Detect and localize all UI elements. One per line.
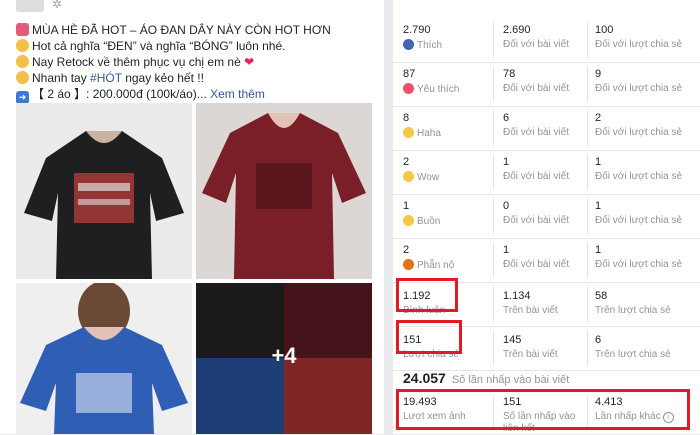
post-line: ➜ 【 2 áo 】: 200.000đ (100k/áo)... Xem thê… [16, 86, 376, 104]
highlight-shares [396, 320, 462, 354]
shirt-red-image [196, 103, 372, 279]
like-total: 2.790 [403, 24, 431, 36]
reaction-row-sad: 1 Buồn 0 Đối với bài viết 1 Đối với lượt ch… [393, 194, 700, 239]
photo-more[interactable]: +4 [196, 283, 372, 434]
post-line: Hot cả nghĩa “ĐEN” và nghĩa “BÓNG” luôn … [16, 38, 376, 54]
love-icon [403, 83, 414, 94]
sparkle-icon: ✲ [52, 0, 63, 11]
photo-red-tee[interactable] [196, 103, 372, 279]
see-more-link[interactable]: Xem thêm [210, 87, 265, 101]
shirt-blue-image [16, 283, 192, 434]
angry-icon [403, 259, 414, 270]
reaction-row-haha: 8 Haha 6 Đối với bài viết 2 Đối với lượt ch… [393, 106, 700, 151]
post-clicks-total: 24.057 Số lần nhấp vào bài viết [403, 370, 570, 386]
reaction-row-like: 2.790 Thích 2.690 Đối với bài viết 100 Đối … [393, 18, 700, 63]
highlight-clicks [396, 389, 690, 430]
haha-icon [403, 127, 414, 138]
wow-icon [403, 171, 414, 182]
hashtag-link[interactable]: #HÓT [90, 71, 122, 85]
photo-black-tee[interactable] [16, 103, 192, 279]
post-panel: ✲ MÙA HÈ ĐÃ HOT – ÁO ĐAN DÂY NÀY CÒN HOT… [0, 0, 384, 434]
shirt-black-image [16, 103, 192, 279]
shopping-bag-icon [16, 23, 29, 36]
like-on-post: 2.690 [503, 24, 531, 36]
avatar[interactable] [16, 0, 44, 12]
like-icon [403, 39, 414, 50]
post-line: MÙA HÈ ĐÃ HOT – ÁO ĐAN DÂY NÀY CÒN HOT H… [16, 22, 376, 38]
love-total: 87 [403, 68, 416, 80]
post-text: MÙA HÈ ĐÃ HOT – ÁO ĐAN DÂY NÀY CÒN HOT H… [16, 22, 376, 104]
highlight-comments [396, 278, 458, 312]
post-line: Nay Retock về thêm phục vụ chị em nè ❤ [16, 54, 376, 70]
heart-icon: ❤ [244, 55, 255, 69]
post-line: Nhanh tay #HÓT ngay kẻo hết !! [16, 70, 376, 86]
reaction-row-angry: 2 Phẫn nộ 1 Đối với bài viết 1 Đối với lượt… [393, 238, 700, 283]
reaction-row-love: 87 Yêu thích 78 Đối với bài viết 9 Đối với … [393, 62, 700, 107]
more-photos-count: +4 [271, 343, 297, 368]
reaction-row-wow: 2 Wow 1 Đối với bài viết 1 Đối với lượt chi… [393, 150, 700, 195]
sad-icon [403, 215, 414, 226]
like-on-shares: 100 [595, 24, 614, 36]
clap-icon [16, 71, 29, 84]
photo-blue-tee[interactable] [16, 283, 192, 434]
panel-divider [384, 0, 393, 434]
clap-icon [16, 55, 29, 68]
clap-icon [16, 39, 29, 52]
